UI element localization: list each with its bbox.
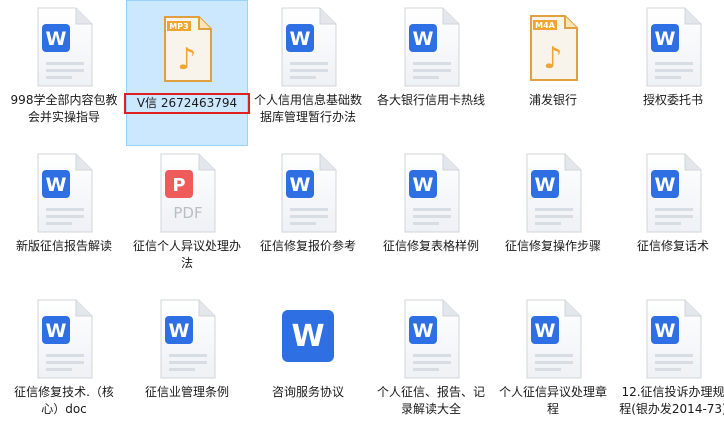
file-name-label: 征信修复操作步骤 — [504, 239, 601, 253]
file-name-label: 征信修复报价参考 — [259, 239, 356, 253]
svg-text:W: W — [46, 320, 67, 342]
word-flat-icon: W — [276, 298, 340, 380]
file-name-label: 个人征信、报告、记录解读大全 — [376, 385, 485, 416]
file-name-label: 征信业管理条例 — [144, 385, 229, 399]
file-item[interactable]: W 998学全部内容包教会并实操指导 — [3, 0, 125, 146]
file-item[interactable]: W 授权委托书 — [612, 0, 724, 146]
file-name-label: 征信个人异议处理办法 — [132, 239, 241, 270]
file-item[interactable]: P PDF 征信个人异议处理办法 — [126, 146, 248, 292]
word-icon: W — [641, 298, 705, 380]
svg-text:W: W — [655, 174, 676, 196]
word-icon: W — [399, 152, 463, 234]
svg-text:W: W — [655, 28, 676, 50]
svg-text:W: W — [46, 174, 67, 196]
svg-text:W: W — [655, 320, 676, 342]
svg-text:W: W — [413, 174, 434, 196]
word-icon: W — [521, 152, 585, 234]
svg-text:W: W — [535, 320, 556, 342]
file-item[interactable]: W 个人征信、报告、记录解读大全 — [370, 292, 492, 438]
file-item[interactable]: W 咨询服务协议 — [247, 292, 369, 438]
file-item[interactable]: W 新版征信报告解读 — [3, 146, 125, 292]
word-icon: W — [32, 152, 96, 234]
file-name-label: 征信修复表格样例 — [382, 239, 479, 253]
svg-text:W: W — [291, 319, 324, 354]
word-icon: W — [399, 298, 463, 380]
file-name-label: 征信修复话术 — [636, 239, 709, 253]
file-name-label: 12.征信投诉办理规程(银办发2014-73) — [619, 385, 724, 416]
svg-text:M4A: M4A — [535, 21, 556, 30]
svg-text:W: W — [290, 28, 311, 50]
svg-text:PDF: PDF — [173, 204, 202, 222]
mp3-icon: MP3 ♪ — [155, 7, 219, 89]
file-item[interactable]: W 个人征信异议处理章程 — [492, 292, 614, 438]
file-item[interactable]: W 征信修复报价参考 — [247, 146, 369, 292]
svg-text:♪: ♪ — [177, 42, 196, 77]
svg-text:P: P — [172, 175, 185, 196]
file-name-label: 个人征信异议处理章程 — [498, 385, 607, 416]
svg-text:MP3: MP3 — [169, 22, 188, 31]
file-name-label: 998学全部内容包教会并实操指导 — [10, 93, 118, 124]
m4a-icon: M4A ♪ — [521, 6, 585, 88]
file-item[interactable]: W 征信修复话术 — [612, 146, 724, 292]
file-name-label: 浦发银行 — [528, 93, 577, 107]
word-icon: W — [521, 298, 585, 380]
word-icon: W — [276, 152, 340, 234]
file-item[interactable]: W 征信修复操作步骤 — [492, 146, 614, 292]
file-item[interactable]: M4A ♪ 浦发银行 — [492, 0, 614, 146]
file-name-label: 新版征信报告解读 — [15, 239, 112, 253]
file-name-label: V信 2672463794 — [124, 93, 250, 114]
file-item[interactable]: W 个人信用信息基础数据库管理暂行办法 — [247, 0, 369, 146]
word-icon: W — [32, 6, 96, 88]
file-item[interactable]: MP3 ♪ V信 2672463794 — [124, 0, 250, 146]
file-item[interactable]: W 12.征信投诉办理规程(银办发2014-73) — [612, 292, 724, 438]
file-item[interactable]: W 征信修复技术.（核心）doc — [3, 292, 125, 438]
file-name-label: 各大银行信用卡热线 — [376, 93, 485, 107]
svg-text:W: W — [413, 320, 434, 342]
file-item[interactable]: W 各大银行信用卡热线 — [370, 0, 492, 146]
word-icon: W — [641, 152, 705, 234]
word-icon: W — [155, 298, 219, 380]
svg-text:W: W — [413, 28, 434, 50]
word-icon: W — [641, 6, 705, 88]
file-name-label: 授权委托书 — [642, 93, 703, 107]
file-item[interactable]: W 征信修复表格样例 — [370, 146, 492, 292]
svg-text:♪: ♪ — [543, 41, 562, 76]
word-icon: W — [32, 298, 96, 380]
word-icon: W — [276, 6, 340, 88]
file-name-label: 咨询服务协议 — [271, 385, 344, 399]
file-item[interactable]: W 征信业管理条例 — [126, 292, 248, 438]
file-name-label: 征信修复技术.（核心）doc — [14, 385, 114, 416]
svg-text:W: W — [169, 320, 190, 342]
pdf-icon: P PDF — [155, 152, 219, 234]
word-icon: W — [399, 6, 463, 88]
svg-text:W: W — [535, 174, 556, 196]
file-name-label: 个人信用信息基础数据库管理暂行办法 — [253, 93, 362, 124]
svg-text:W: W — [46, 28, 67, 50]
svg-text:W: W — [290, 174, 311, 196]
